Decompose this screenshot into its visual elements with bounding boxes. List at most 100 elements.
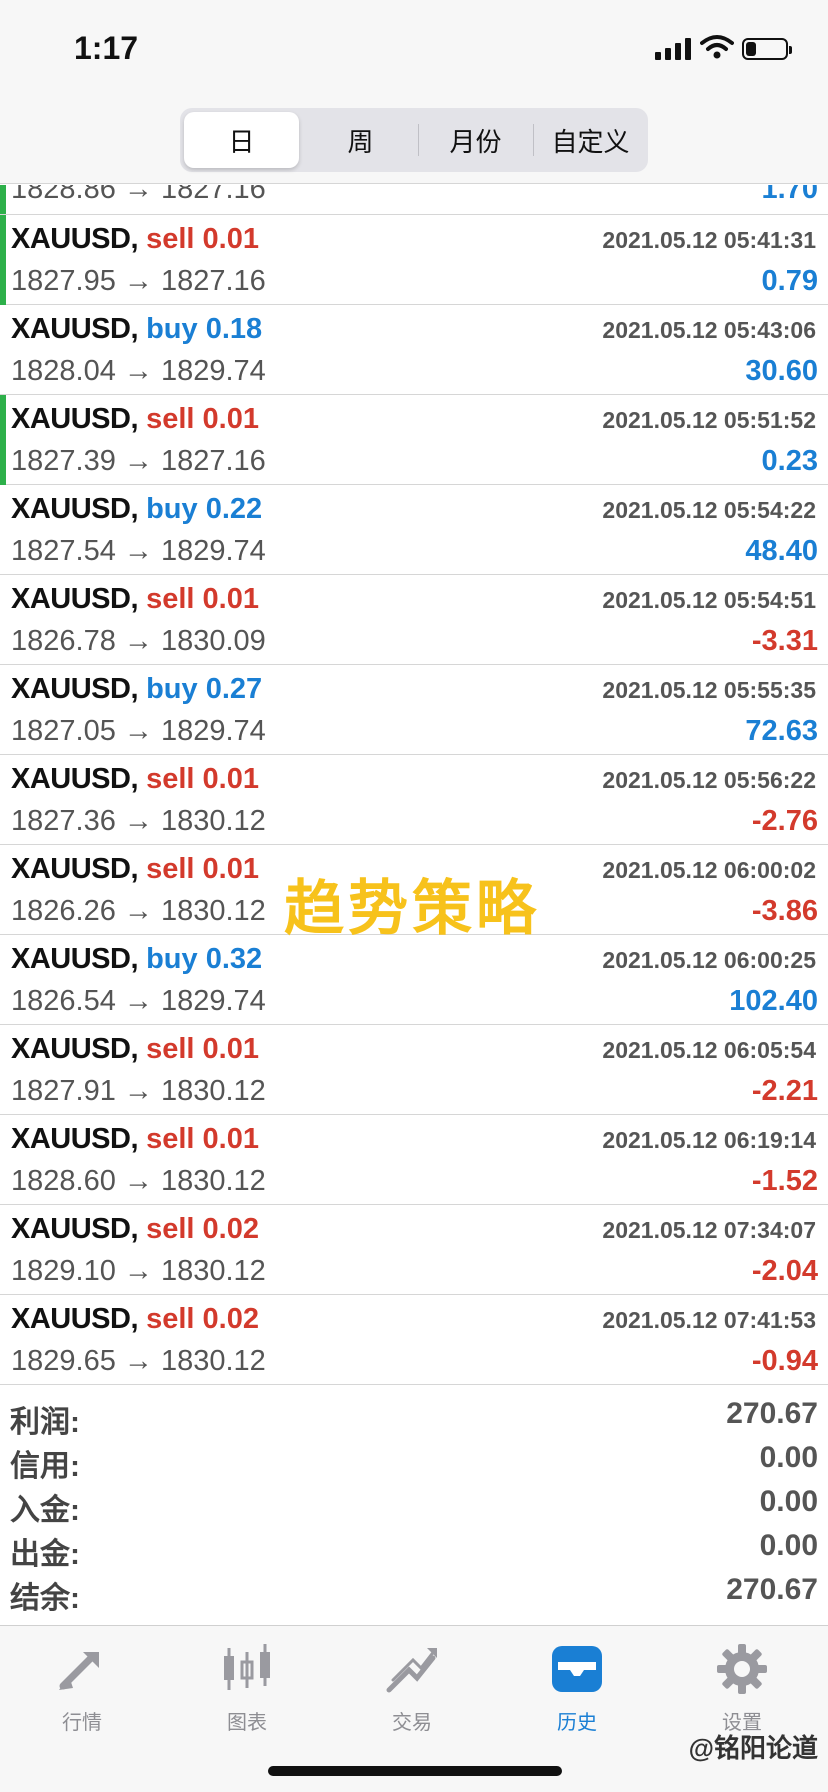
trade-symbol: XAUUSD, [11, 313, 139, 345]
trade-row[interactable]: XAUUSD, sell 0.01 2021.05.12 05:56:22 1827… [0, 755, 828, 845]
trade-row[interactable]: XAUUSD, sell 0.01 2021.05.12 05:54:51 1826… [0, 575, 828, 665]
trade-symbol: XAUUSD, [11, 583, 139, 615]
trade-profit: 30.60 [745, 355, 818, 387]
trade-symbol: XAUUSD, [11, 763, 139, 795]
trade-row[interactable]: XAUUSD, sell 0.01 2021.05.12 06:05:54 1827… [0, 1025, 828, 1115]
trade-header: XAUUSD, sell 0.02 [11, 1303, 259, 1336]
summary-label: 信用: [10, 1450, 80, 1483]
trade-symbol: XAUUSD, [11, 1213, 139, 1245]
trade-volume: 0.02 [202, 1303, 259, 1335]
trade-row[interactable]: XAUUSD, buy 0.22 2021.05.12 05:54:22 1827.… [0, 485, 828, 575]
trade-side: sell [146, 1303, 195, 1335]
trade-prices: 1827.39 → 1827.16 [11, 445, 266, 477]
summary-row: 信用: 0.00 [0, 1439, 828, 1483]
closed-marker [0, 215, 6, 305]
trade-time: 2021.05.12 06:05:54 [602, 1037, 816, 1063]
trade-history-list[interactable]: 1828.86 → 1827.16 1.70 XAUUSD, sell 0.01… [0, 185, 828, 1385]
trade-volume: 0.02 [202, 1213, 259, 1245]
trade-profit: 0.79 [761, 265, 818, 297]
author-credit: @铭阳论道 [688, 1733, 818, 1763]
trade-time: 2021.05.12 05:41:31 [602, 227, 816, 253]
trade-time: 2021.05.12 05:54:51 [602, 587, 816, 613]
cellular-signal-icon [655, 38, 691, 60]
trade-side: buy [146, 313, 198, 345]
candlestick-chart-icon [218, 1640, 276, 1698]
trade-time: 2021.05.12 05:56:22 [602, 767, 816, 793]
trade-volume: 0.01 [202, 763, 259, 795]
wifi-icon [700, 35, 734, 59]
trade-row[interactable]: XAUUSD, sell 0.01 2021.05.12 05:41:31 1827… [0, 215, 828, 305]
summary-label: 结余: [10, 1582, 80, 1615]
trade-side: sell [146, 1033, 195, 1065]
trade-header: XAUUSD, sell 0.01 [11, 1123, 259, 1156]
trade-header: XAUUSD, sell 0.01 [11, 1033, 259, 1066]
trade-profit: 1.70 [761, 185, 818, 205]
trade-profit: -3.31 [751, 625, 818, 657]
trade-symbol: XAUUSD, [11, 1123, 139, 1155]
trade-time: 2021.05.12 05:43:06 [602, 317, 816, 343]
tab-period-1[interactable]: 周 [303, 108, 418, 172]
home-indicator [268, 1766, 562, 1776]
trade-time: 2021.05.12 05:55:35 [602, 677, 816, 703]
tab-quotes-arrows[interactable]: 行情 [17, 1640, 147, 1750]
tab-trade-trend[interactable]: 交易 [347, 1640, 477, 1750]
trade-volume: 0.01 [202, 403, 259, 435]
trade-header: XAUUSD, sell 0.01 [11, 583, 259, 616]
trade-time: 2021.05.12 06:00:02 [602, 857, 816, 883]
trade-time: 2021.05.12 07:41:53 [602, 1307, 816, 1333]
trade-prices: 1827.36 → 1830.12 [11, 805, 266, 837]
tab-history-inbox[interactable]: 历史 [512, 1640, 642, 1750]
list-item-partial[interactable]: 1828.86 → 1827.16 1.70 [0, 185, 828, 215]
trade-volume: 0.01 [202, 583, 259, 615]
trade-side: sell [146, 403, 195, 435]
trade-row[interactable]: XAUUSD, buy 0.18 2021.05.12 05:43:06 1828.… [0, 305, 828, 395]
trade-time: 2021.05.12 05:54:22 [602, 497, 816, 523]
trade-side: buy [146, 673, 198, 705]
history-inbox-icon [548, 1640, 606, 1698]
summary-row: 出金: 0.00 [0, 1527, 828, 1571]
trade-side: sell [146, 223, 195, 255]
trade-header: XAUUSD, buy 0.27 [11, 673, 262, 706]
trade-prices: 1828.60 → 1830.12 [11, 1165, 266, 1197]
summary-label: 入金: [10, 1494, 80, 1527]
tab-period-0[interactable]: 日 [184, 112, 299, 168]
trade-profit: -2.76 [751, 805, 818, 837]
trade-row[interactable]: XAUUSD, sell 0.02 2021.05.12 07:41:53 1829… [0, 1295, 828, 1385]
trade-symbol: XAUUSD, [11, 403, 139, 435]
trade-header: XAUUSD, buy 0.32 [11, 943, 262, 976]
trade-row[interactable]: XAUUSD, buy 0.27 2021.05.12 05:55:35 1827.… [0, 665, 828, 755]
trade-volume: 0.32 [205, 943, 263, 975]
tab-candlestick-chart[interactable]: 图表 [182, 1640, 312, 1750]
trade-prices: 1826.78 → 1830.09 [11, 625, 266, 657]
trade-row[interactable]: XAUUSD, sell 0.01 2021.05.12 06:19:14 1828… [0, 1115, 828, 1205]
tab-period-2[interactable]: 月份 [418, 108, 533, 172]
trade-header: XAUUSD, sell 0.01 [11, 853, 259, 886]
trade-header: XAUUSD, buy 0.18 [11, 313, 262, 346]
quotes-arrows-icon [53, 1640, 111, 1698]
tab-period-3[interactable]: 自定义 [533, 108, 648, 172]
summary-label: 利润: [10, 1406, 80, 1439]
summary-row: 入金: 0.00 [0, 1483, 828, 1527]
trade-prices: 1829.10 → 1830.12 [11, 1255, 266, 1287]
trade-trend-icon [383, 1640, 441, 1698]
trade-row[interactable]: XAUUSD, sell 0.02 2021.05.12 07:34:07 1829… [0, 1205, 828, 1295]
trade-side: sell [146, 763, 195, 795]
trade-volume: 0.01 [202, 853, 259, 885]
trade-volume: 0.01 [202, 223, 259, 255]
summary-row: 利润: 270.67 [0, 1395, 828, 1439]
summary-value: 0.00 [759, 1529, 818, 1562]
trade-row[interactable]: XAUUSD, buy 0.32 2021.05.12 06:00:25 1826.… [0, 935, 828, 1025]
battery-icon [742, 38, 792, 60]
trade-row[interactable]: XAUUSD, sell 0.01 2021.05.12 05:51:52 1827… [0, 395, 828, 485]
trade-side: sell [146, 1213, 195, 1245]
trade-side: sell [146, 583, 195, 615]
gear-icon [713, 1640, 771, 1698]
trade-side: sell [146, 853, 195, 885]
trade-volume: 0.01 [202, 1123, 259, 1155]
tab-label: 交易 [392, 1712, 432, 1734]
trade-side: buy [146, 943, 198, 975]
trade-symbol: XAUUSD, [11, 1033, 139, 1065]
trade-profit: -1.52 [751, 1165, 818, 1197]
trade-prices: 1827.95 → 1827.16 [11, 265, 266, 297]
tab-label: 行情 [62, 1712, 102, 1734]
